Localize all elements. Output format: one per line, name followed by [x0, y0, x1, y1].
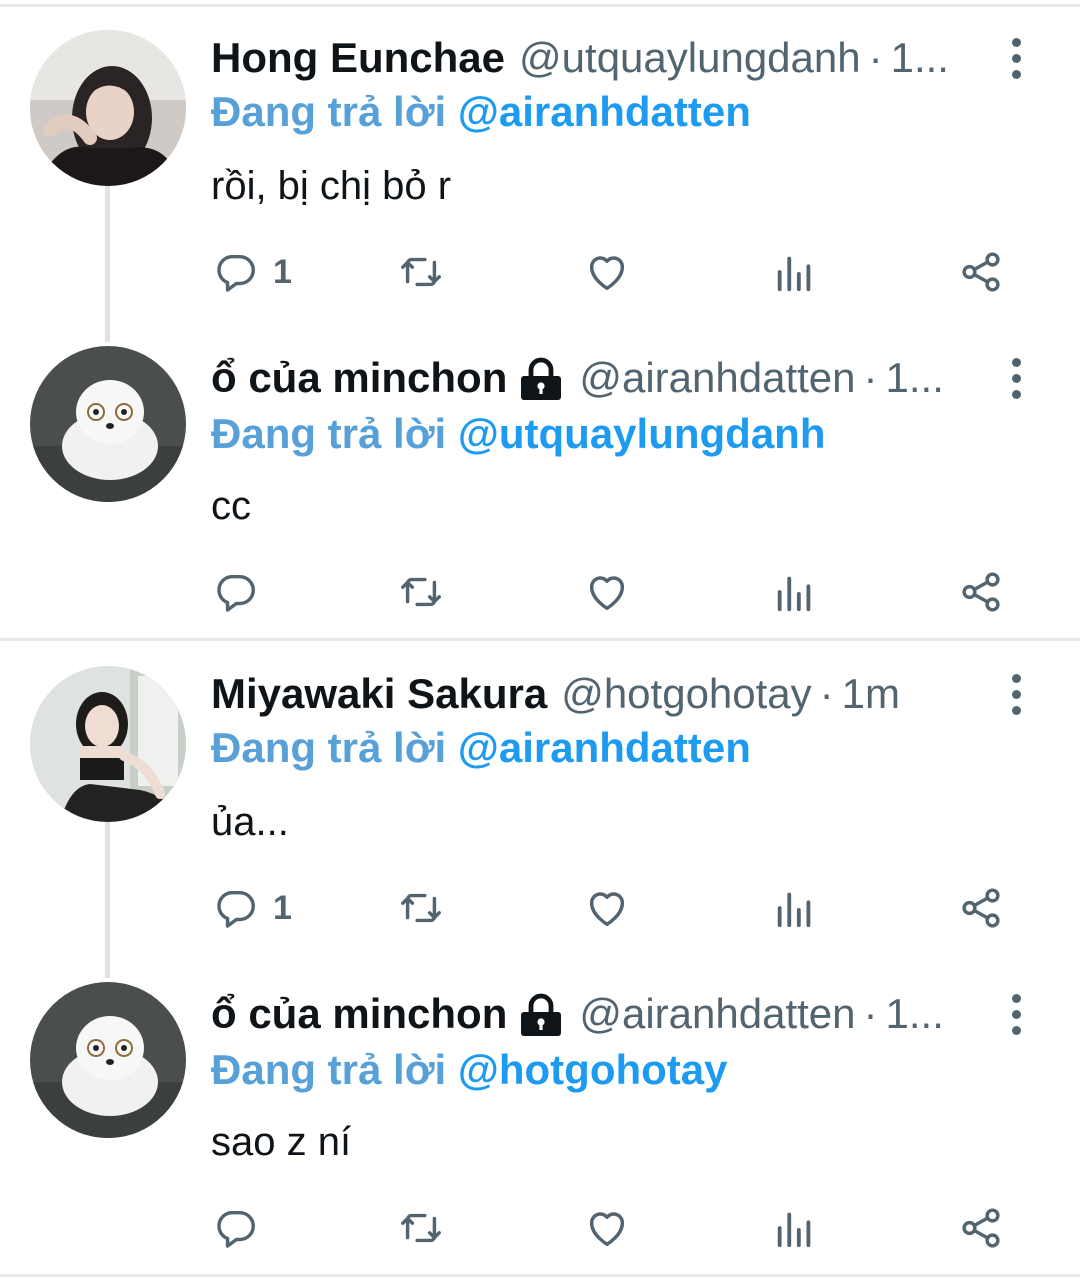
views-button[interactable] — [772, 878, 818, 938]
like-icon — [589, 1212, 625, 1247]
share-icon — [962, 572, 1000, 612]
author-name[interactable]: ổ của minchon — [211, 348, 507, 408]
views-icon — [777, 256, 811, 292]
views-icon — [777, 576, 811, 612]
tweet-header: Hong Eunchae @utquaylungdanh · 1... — [211, 28, 975, 88]
separator-dot: · — [868, 34, 883, 81]
more-options-icon[interactable] — [996, 984, 1036, 1044]
reply-count: 1 — [273, 252, 292, 291]
author-name[interactable]: Hong Eunchae — [211, 28, 505, 88]
mention-link[interactable]: @airanhdatten — [458, 724, 751, 771]
tweet-header: ổ của minchon @airanhdatten · 1... — [211, 348, 975, 408]
tweet-text: cc — [211, 484, 251, 528]
reply-icon — [217, 574, 255, 612]
reply-button[interactable] — [213, 562, 273, 622]
reply-icon — [217, 1210, 255, 1248]
tweet-text: sao z ní — [211, 1120, 352, 1164]
retweet-icon — [401, 577, 441, 607]
retweet-icon — [401, 1213, 441, 1243]
retweet-button[interactable] — [398, 562, 444, 622]
tweet-header: ổ của minchon @airanhdatten · 1... — [211, 984, 975, 1044]
retweet-button[interactable] — [398, 242, 444, 302]
replying-label: Đang trả lời — [211, 1046, 447, 1093]
tweet-actions: 1 — [0, 242, 1080, 302]
separator-dot: · — [819, 670, 834, 717]
retweet-icon — [401, 257, 441, 287]
lock-icon — [521, 357, 562, 400]
more-options-icon[interactable] — [996, 664, 1036, 724]
views-icon — [777, 1212, 811, 1248]
more-options-icon[interactable] — [996, 348, 1036, 408]
share-icon — [962, 252, 1000, 292]
reply-icon — [217, 890, 255, 928]
like-button[interactable] — [584, 878, 630, 938]
like-icon — [589, 256, 625, 291]
avatar[interactable] — [30, 346, 186, 502]
share-icon — [962, 888, 1000, 928]
timestamp[interactable]: 1... — [886, 984, 944, 1044]
like-button[interactable] — [584, 242, 630, 302]
avatar[interactable] — [30, 30, 186, 186]
like-icon — [589, 892, 625, 927]
reply-button[interactable]: 1 — [213, 878, 292, 938]
replying-to: Đang trả lời @airanhdatten — [211, 82, 751, 142]
like-button[interactable] — [584, 562, 630, 622]
like-button[interactable] — [584, 1198, 630, 1258]
replying-label: Đang trả lời — [211, 410, 447, 457]
tweet-actions: 1 — [0, 878, 1080, 938]
retweet-button[interactable] — [398, 1198, 444, 1258]
more-options-icon[interactable] — [996, 28, 1036, 88]
top-divider — [0, 4, 1080, 7]
like-icon — [589, 576, 625, 611]
share-button[interactable] — [958, 1198, 1004, 1258]
views-icon — [777, 892, 811, 928]
lock-icon — [521, 993, 562, 1036]
reply-icon — [217, 254, 255, 292]
bottom-divider — [0, 1274, 1080, 1277]
retweet-icon — [401, 893, 441, 923]
views-button[interactable] — [772, 562, 818, 622]
author-name[interactable]: Miyawaki Sakura — [211, 664, 547, 724]
author-handle[interactable]: @utquaylungdanh — [519, 28, 861, 88]
share-button[interactable] — [958, 242, 1004, 302]
tweet-actions — [0, 562, 1080, 622]
author-name[interactable]: ổ của minchon — [211, 984, 507, 1044]
tweet-actions — [0, 1198, 1080, 1258]
retweet-button[interactable] — [398, 878, 444, 938]
timestamp[interactable]: 1m — [842, 664, 900, 724]
thread-divider — [0, 638, 1080, 641]
tweet-header: Miyawaki Sakura @hotgohotay · 1m — [211, 664, 975, 724]
author-handle[interactable]: @hotgohotay — [561, 664, 811, 724]
replying-label: Đang trả lời — [211, 88, 447, 135]
share-button[interactable] — [958, 878, 1004, 938]
separator-dot: · — [863, 990, 878, 1037]
reply-count: 1 — [273, 888, 292, 927]
views-button[interactable] — [772, 242, 818, 302]
replying-to: Đang trả lời @airanhdatten — [211, 718, 751, 778]
timestamp[interactable]: 1... — [891, 28, 949, 88]
reply-button[interactable]: 1 — [213, 242, 292, 302]
tweet-text: ủa... — [211, 800, 289, 844]
share-icon — [962, 1208, 1000, 1248]
timestamp[interactable]: 1... — [886, 348, 944, 408]
author-handle[interactable]: @airanhdatten — [579, 984, 855, 1044]
separator-dot: · — [863, 354, 878, 401]
mention-link[interactable]: @hotgohotay — [458, 1046, 728, 1093]
author-handle[interactable]: @airanhdatten — [579, 348, 855, 408]
avatar[interactable] — [30, 666, 186, 822]
reply-button[interactable] — [213, 1198, 273, 1258]
views-button[interactable] — [772, 1198, 818, 1258]
replying-label: Đang trả lời — [211, 724, 447, 771]
avatar[interactable] — [30, 982, 186, 1138]
mention-link[interactable]: @utquaylungdanh — [458, 410, 826, 457]
replying-to: Đang trả lời @utquaylungdanh — [211, 404, 826, 464]
mention-link[interactable]: @airanhdatten — [458, 88, 751, 135]
tweet-text: rồi, bị chị bỏ r — [211, 164, 452, 208]
replying-to: Đang trả lời @hotgohotay — [211, 1040, 727, 1100]
share-button[interactable] — [958, 562, 1004, 622]
